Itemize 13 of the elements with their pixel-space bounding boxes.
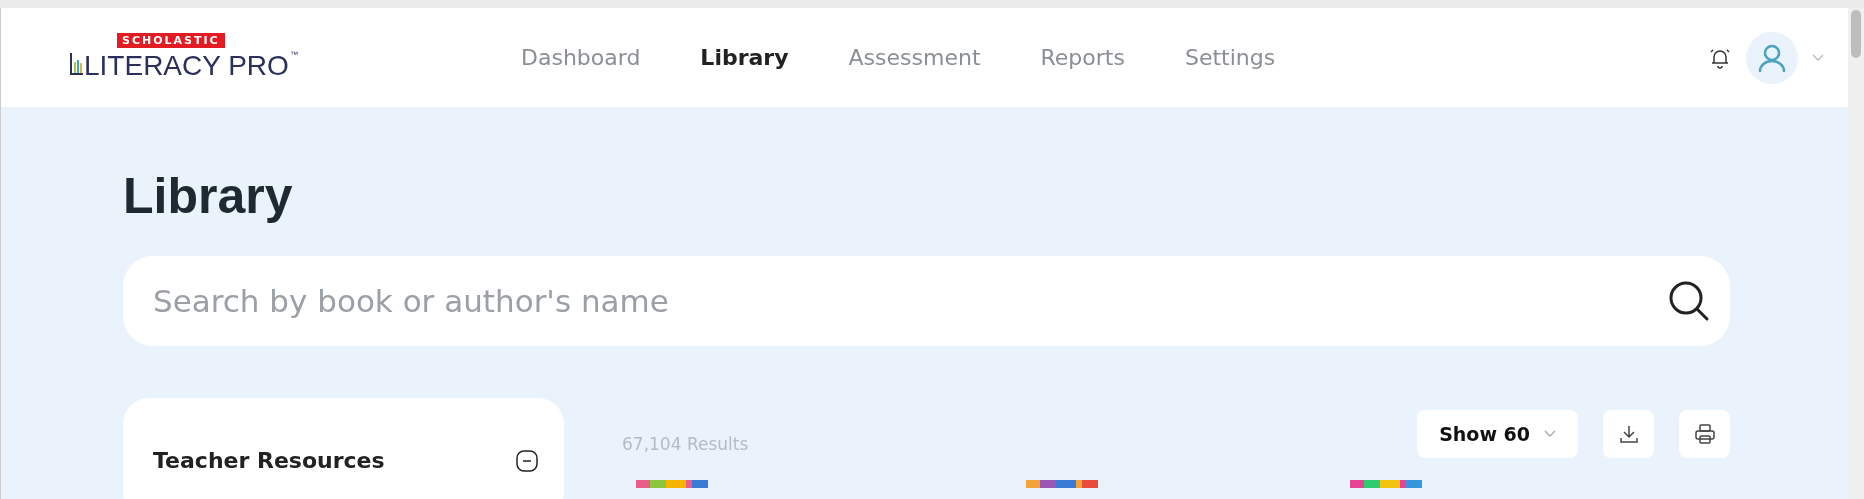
product-logo-text: LITERACY PRO xyxy=(84,50,289,82)
nav-tab[interactable]: Assessment xyxy=(818,39,1011,76)
page-title: Library xyxy=(123,167,294,222)
brand-logo: SCHOLASTIC xyxy=(117,33,225,48)
panel-title: Teacher Resources xyxy=(153,448,385,473)
results-count: 67,104 Results xyxy=(622,434,749,454)
search-field[interactable]: Search by book or author's name xyxy=(123,256,1730,346)
page-size-dropdown[interactable]: Show 60 xyxy=(1417,410,1578,458)
nav-tab[interactable]: Settings xyxy=(1154,39,1306,76)
nav-tab[interactable]: Library xyxy=(670,39,819,76)
nav-tab[interactable]: Dashboard xyxy=(491,39,671,76)
trademark-mark: ™ xyxy=(289,50,298,59)
nav-tab[interactable]: Reports xyxy=(1010,39,1155,76)
